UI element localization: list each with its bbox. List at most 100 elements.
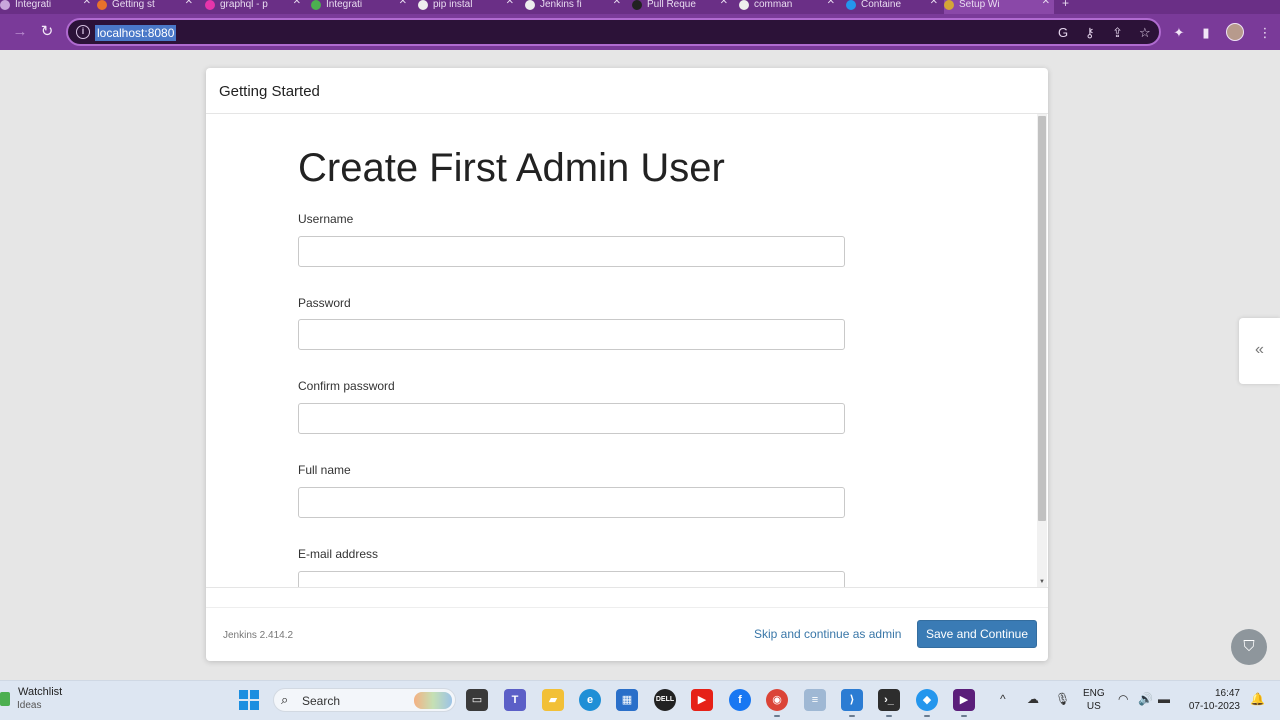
language-indicator[interactable]: ENG US <box>1083 687 1105 713</box>
app-icon[interactable]: ▶ <box>953 689 975 717</box>
reload-icon[interactable]: ↻ <box>36 22 58 42</box>
forward-icon[interactable]: → <box>9 22 31 42</box>
wifi-icon[interactable]: ◠ <box>1118 692 1128 706</box>
email-input[interactable] <box>298 571 845 587</box>
file-explorer-icon[interactable]: ▰ <box>542 689 564 711</box>
dialog-header: Getting Started <box>206 68 1048 114</box>
youtube-icon[interactable]: ▶ <box>691 689 713 711</box>
close-tab-icon[interactable]: ✕ <box>399 0 407 7</box>
taskbar-search[interactable]: ⌕ Search <box>273 688 456 712</box>
setup-dialog: Getting Started Create First Admin User … <box>206 68 1048 661</box>
favicon-icon <box>944 0 954 10</box>
chevron-up-icon[interactable]: ^ <box>1000 692 1006 706</box>
dell-icon[interactable]: DELL <box>654 689 676 711</box>
new-tab-icon[interactable]: + <box>1062 0 1082 14</box>
browser-toolbar: → ↻ i localhost:8080 G ⚷ ⇪ ☆ ✦ ▮ ⋮ <box>0 14 1280 50</box>
scrollbar-thumb[interactable] <box>1038 116 1046 521</box>
dialog-body: Create First Admin User Username Passwor… <box>206 114 1048 587</box>
save-and-continue-button[interactable]: Save and Continue <box>917 620 1037 648</box>
version-label: Jenkins 2.414.2 <box>223 630 294 641</box>
favicon-icon <box>311 0 321 10</box>
microphone-icon[interactable]: 🎙 <box>1055 692 1070 706</box>
browser-tab[interactable]: graphql - p ✕ <box>205 0 305 14</box>
notepad-icon[interactable]: ≡ <box>804 689 826 711</box>
username-input[interactable] <box>298 236 845 267</box>
password-input[interactable] <box>298 319 845 350</box>
double-chevron-left-icon: « <box>1255 341 1264 358</box>
vscode-icon[interactable]: ⟩ <box>841 689 863 717</box>
close-tab-icon[interactable]: ✕ <box>930 0 938 7</box>
close-tab-icon[interactable]: ✕ <box>613 0 621 7</box>
full-name-label: Full name <box>298 463 351 477</box>
close-tab-icon[interactable]: ✕ <box>827 0 835 7</box>
close-tab-icon[interactable]: ✕ <box>1042 0 1050 7</box>
share-icon[interactable]: ⇪ <box>1112 24 1123 42</box>
side-panel-toggle[interactable]: « <box>1239 318 1280 384</box>
chrome-icon[interactable]: ◉ <box>766 689 788 717</box>
google-lens-icon[interactable]: G <box>1058 24 1068 42</box>
bookmark-star-icon[interactable]: ☆ <box>1139 24 1151 42</box>
onedrive-icon[interactable]: ☁ <box>1027 692 1039 706</box>
dialog-title: Getting Started <box>219 83 320 100</box>
browser-tab[interactable]: Integrati ✕ <box>0 0 95 14</box>
notification-icon[interactable]: 🔔 <box>1250 692 1265 706</box>
dialog-scrollbar[interactable]: ▼ <box>1037 114 1047 587</box>
shield-chat-icon[interactable]: ⛉ <box>1231 629 1267 665</box>
full-name-input[interactable] <box>298 487 845 518</box>
terminal-icon[interactable]: ›_ <box>878 689 900 717</box>
favicon-icon <box>525 0 535 10</box>
username-label: Username <box>298 212 354 226</box>
favicon-icon <box>632 0 642 10</box>
close-tab-icon[interactable]: ✕ <box>185 0 193 7</box>
browser-tab[interactable]: Pull Reque ✕ <box>632 0 732 14</box>
side-panel-icon[interactable]: ▮ <box>1197 24 1215 42</box>
close-tab-icon[interactable]: ✕ <box>293 0 301 7</box>
profile-avatar[interactable] <box>1226 23 1244 41</box>
extensions-icon[interactable]: ✦ <box>1170 24 1188 42</box>
teams-icon[interactable]: T <box>504 689 526 711</box>
close-tab-icon[interactable]: ✕ <box>720 0 728 7</box>
system-clock[interactable]: 16:47 07-10-2023 <box>1184 687 1240 713</box>
windows-start-icon[interactable] <box>239 690 259 710</box>
close-tab-icon[interactable]: ✕ <box>506 0 514 7</box>
store-icon[interactable]: ▦ <box>616 689 638 711</box>
volume-icon[interactable]: 🔊 <box>1138 692 1153 706</box>
close-tab-icon[interactable]: ✕ <box>83 0 91 7</box>
battery-icon[interactable]: ▬ <box>1158 692 1170 706</box>
search-label: Search <box>302 694 341 708</box>
facebook-icon[interactable]: f <box>729 689 751 711</box>
widget-subtitle: Ideas <box>17 700 42 711</box>
key-icon[interactable]: ⚷ <box>1085 24 1095 42</box>
widget-title[interactable]: Watchlist <box>18 686 62 698</box>
favicon-icon <box>739 0 749 10</box>
browser-tab[interactable]: comman ✕ <box>739 0 839 14</box>
dialog-divider <box>206 587 1048 588</box>
browser-tab[interactable]: Integrati ✕ <box>311 0 411 14</box>
stock-widget-icon[interactable] <box>0 692 10 706</box>
task-view-icon[interactable]: ▭ <box>466 689 488 711</box>
search-icon: ⌕ <box>281 692 289 707</box>
dialog-footer: Jenkins 2.414.2 Skip and continue as adm… <box>206 607 1048 661</box>
address-bar[interactable]: i localhost:8080 G ⚷ ⇪ ☆ <box>66 18 1161 46</box>
favicon-icon <box>205 0 215 10</box>
skip-link[interactable]: Skip and continue as admin <box>754 627 901 641</box>
browser-tab-active[interactable]: Setup Wi ✕ <box>944 0 1054 14</box>
url-text[interactable]: localhost:8080 <box>95 25 177 41</box>
favicon-icon <box>846 0 856 10</box>
site-info-icon[interactable]: i <box>76 25 90 39</box>
edge-icon[interactable]: e <box>579 689 601 711</box>
browser-tab[interactable]: pip instal ✕ <box>418 0 518 14</box>
password-label: Password <box>298 296 351 310</box>
browser-tab[interactable]: Containe ✕ <box>846 0 942 14</box>
browser-tab[interactable]: Jenkins fi ✕ <box>525 0 625 14</box>
docker-icon[interactable]: ◆ <box>916 689 938 717</box>
favicon-icon <box>0 0 10 10</box>
scroll-down-icon[interactable]: ▼ <box>1037 579 1047 585</box>
page-title: Create First Admin User <box>298 146 725 190</box>
menu-icon[interactable]: ⋮ <box>1256 24 1274 42</box>
browser-tab[interactable]: Getting st ✕ <box>97 0 197 14</box>
tab-strip: Integrati ✕ Getting st ✕ graphql - p ✕ Inte… <box>0 0 1280 14</box>
windows-taskbar: Watchlist Ideas ⌕ Search ▭ T ▰ e ▦ DELL … <box>0 680 1280 720</box>
confirm-password-input[interactable] <box>298 403 845 434</box>
search-highlight-icon <box>414 692 452 709</box>
